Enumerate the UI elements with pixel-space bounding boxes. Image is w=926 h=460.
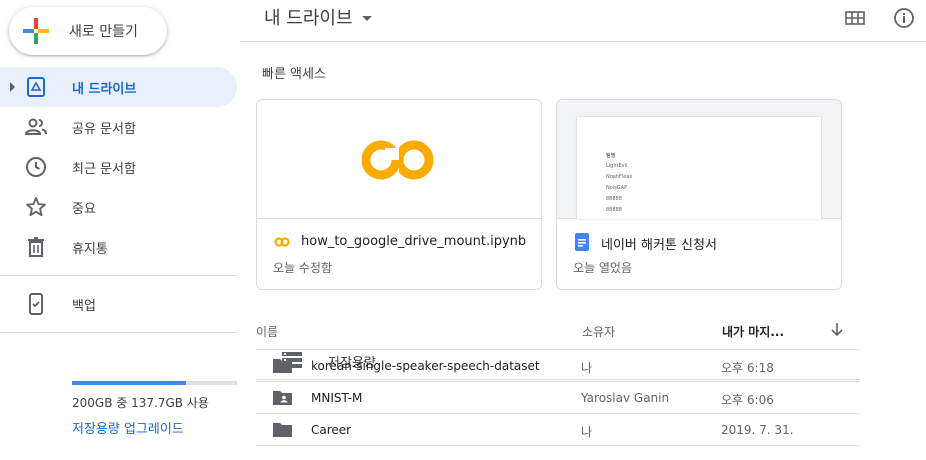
- card-file-name: how_to_google_drive_mount.ipynb: [301, 234, 527, 249]
- preview-line: LightEvil: [606, 163, 628, 169]
- colab-file-icon: [273, 233, 291, 251]
- google-docs-icon: [573, 233, 591, 251]
- card-file-name: 네이버 해커톤 신청서: [601, 238, 717, 253]
- folder-icon: [272, 356, 293, 376]
- sidebar-item-my-drive[interactable]: 내 드라이브: [0, 67, 237, 107]
- quick-access-label: 빠른 액세스: [262, 67, 326, 82]
- storage-section[interactable]: 저장용량 200GB 중 137.7GB 사용 저장용량 업그레이드: [0, 340, 860, 437]
- star-icon: [24, 195, 48, 219]
- sidebar-item-label: 백업: [72, 298, 96, 314]
- people-icon: [24, 115, 48, 139]
- folder-icon: [272, 420, 293, 440]
- column-modified[interactable]: 내가 마지...: [722, 323, 784, 340]
- file-modified: 오후 6:18: [721, 361, 774, 375]
- plus-icon: [23, 18, 49, 44]
- storage-bar-fill: [72, 381, 186, 385]
- file-owner: Yaroslav Ganin: [581, 391, 670, 405]
- drive-icon: [24, 75, 48, 99]
- sidebar: 새로 만들기 내 드라이브 공유 문서함 최근 문서함 중요 휴지통 백업 저장…: [0, 0, 860, 460]
- sidebar-item-label: 휴지통: [72, 241, 108, 257]
- sidebar-item-label: 최근 문서함: [72, 161, 136, 177]
- clock-icon: [24, 155, 48, 179]
- file-owner: 나: [581, 425, 593, 439]
- trash-icon: [24, 235, 48, 259]
- page-title-dropdown[interactable]: 내 드라이브: [264, 4, 372, 30]
- new-button-label: 새로 만들기: [69, 24, 138, 40]
- sidebar-item-starred[interactable]: 중요: [0, 187, 237, 227]
- column-name[interactable]: 이름: [256, 323, 278, 340]
- sidebar-item-recent[interactable]: 최근 문서함: [0, 147, 237, 187]
- quick-access-card[interactable]: how_to_google_drive_mount.ipynb 오늘 수정함: [256, 99, 542, 290]
- sidebar-item-shared[interactable]: 공유 문서함: [0, 107, 237, 147]
- file-modified: 오후 6:06: [721, 393, 774, 407]
- file-name: Career: [311, 423, 352, 437]
- file-owner: 나: [581, 361, 593, 375]
- card-file-subtitle: 오늘 열었음: [573, 261, 633, 275]
- file-row[interactable]: korean-single-speaker-speech-dataset 나 오…: [256, 350, 860, 382]
- colab-logo-icon: [361, 140, 434, 180]
- file-list-header: 이름 소유자 내가 마지...: [256, 314, 860, 350]
- file-name: MNIST-M: [311, 391, 363, 405]
- storage-bar: [72, 381, 237, 385]
- file-modified: 2019. 7. 31.: [721, 423, 794, 437]
- info-icon[interactable]: [892, 6, 916, 30]
- upgrade-storage-link[interactable]: 저장용량 업그레이드: [72, 418, 184, 437]
- divider: [0, 275, 237, 276]
- document-preview: 팀명 LightEvil NoahFleas NoisGAP 88888 888…: [577, 117, 821, 219]
- sidebar-item-trash[interactable]: 휴지통: [0, 227, 237, 267]
- divider: [0, 332, 237, 333]
- dropdown-arrow-icon: [361, 16, 372, 21]
- file-name: korean-single-speaker-speech-dataset: [311, 359, 540, 373]
- sort-arrow-icon[interactable]: [828, 320, 846, 338]
- quick-access-card[interactable]: 팀명 LightEvil NoahFleas NoisGAP 88888 888…: [556, 99, 842, 290]
- sidebar-item-label: 중요: [72, 201, 96, 217]
- preview-line: 88888: [606, 207, 622, 213]
- sidebar-item-label: 공유 문서함: [72, 121, 136, 137]
- preview-line: 팀명: [606, 153, 616, 159]
- file-row[interactable]: Career 나 2019. 7. 31.: [256, 414, 860, 446]
- grid-view-icon[interactable]: [843, 6, 867, 30]
- storage-usage-text: 200GB 중 137.7GB 사용: [72, 396, 209, 410]
- sidebar-item-backup[interactable]: 백업: [0, 284, 237, 324]
- card-thumbnail: 팀명 LightEvil NoahFleas NoisGAP 88888 888…: [557, 100, 841, 219]
- preview-line: NoahFleas: [606, 174, 633, 180]
- page-title: 내 드라이브: [264, 8, 353, 29]
- backup-icon: [24, 292, 48, 316]
- expand-caret-icon[interactable]: [10, 82, 15, 92]
- sidebar-nav: 내 드라이브 공유 문서함 최근 문서함 중요 휴지통 백업: [0, 67, 237, 341]
- preview-line: 88888: [606, 196, 622, 202]
- column-owner[interactable]: 소유자: [582, 323, 615, 340]
- file-row[interactable]: MNIST-M Yaroslav Ganin 오후 6:06: [256, 382, 860, 414]
- card-file-subtitle: 오늘 수정함: [273, 261, 333, 275]
- new-button[interactable]: 새로 만들기: [9, 7, 167, 55]
- header: 내 드라이브: [240, 0, 926, 42]
- card-thumbnail: [257, 100, 541, 219]
- shared-folder-icon: [272, 388, 293, 408]
- preview-line: NoisGAP: [606, 185, 628, 191]
- sidebar-item-label: 내 드라이브: [72, 81, 137, 97]
